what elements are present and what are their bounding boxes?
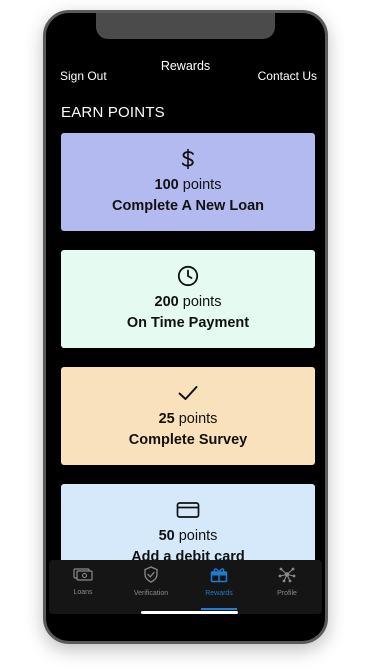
network-icon [278, 566, 296, 588]
reward-card-complete-survey[interactable]: 25 points Complete Survey [61, 367, 315, 465]
reward-task: Complete A New Loan [112, 198, 264, 214]
rewards-list: 100 points Complete A New Loan 200 point… [61, 133, 315, 563]
points-value: 25 [158, 411, 175, 427]
bottom-tab-bar: Loans Verification Rewards Profile [49, 560, 322, 614]
reward-points: 200 points [155, 294, 222, 310]
reward-points: 50 points [159, 528, 218, 544]
section-title: EARN POINTS [61, 104, 165, 121]
reward-card-new-loan[interactable]: 100 points Complete A New Loan [61, 133, 315, 231]
tab-label: Verification [133, 590, 169, 597]
reward-points: 100 points [155, 177, 222, 193]
credit-card-icon [176, 499, 200, 521]
points-value: 50 [158, 528, 175, 544]
phone-frame: Sign Out Rewards Contact Us EARN POINTS … [43, 10, 328, 644]
tab-profile[interactable]: Profile [253, 566, 321, 597]
shield-check-icon [143, 566, 159, 588]
tab-verification[interactable]: Verification [117, 566, 185, 597]
points-value: 200 [154, 294, 179, 310]
dollar-icon [181, 148, 195, 170]
phone-notch [96, 13, 275, 39]
reward-card-on-time-payment[interactable]: 200 points On Time Payment [61, 250, 315, 348]
reward-task: On Time Payment [126, 315, 250, 331]
contact-us-link[interactable]: Contact Us [258, 69, 317, 83]
reward-points: 25 points [159, 411, 218, 427]
tab-label: Profile [277, 590, 297, 597]
points-suffix: points [174, 411, 218, 427]
home-indicator[interactable] [141, 611, 238, 614]
clock-icon [177, 265, 199, 287]
points-value: 100 [154, 177, 179, 193]
reward-task: Complete Survey [128, 432, 248, 448]
top-nav: Sign Out Rewards Contact Us [46, 57, 325, 87]
points-suffix: points [178, 177, 222, 193]
loans-icon [73, 566, 93, 587]
points-suffix: points [174, 528, 218, 544]
checkmark-icon [177, 382, 199, 404]
gift-icon [210, 566, 228, 588]
tab-rewards[interactable]: Rewards [185, 566, 253, 597]
tab-label: Rewards [205, 590, 233, 597]
active-tab-indicator [201, 608, 237, 610]
reward-card-add-debit-card[interactable]: 50 points Add a debit card [61, 484, 315, 563]
tab-loans[interactable]: Loans [49, 566, 117, 596]
tab-label: Loans [73, 589, 93, 596]
points-suffix: points [178, 294, 222, 310]
